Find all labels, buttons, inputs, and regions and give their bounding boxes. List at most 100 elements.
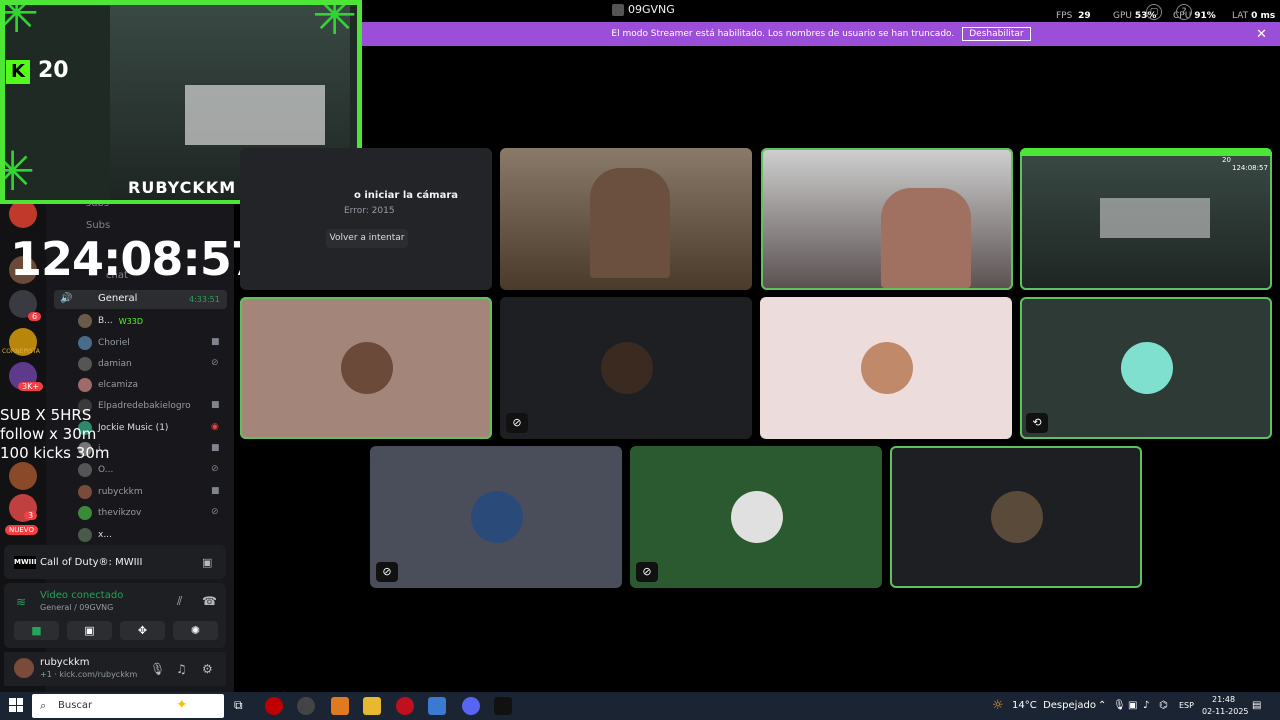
channel-subs-2[interactable]: Subs	[86, 220, 110, 231]
voice-member[interactable]: B... W33D	[78, 313, 143, 329]
opera-icon[interactable]	[265, 697, 283, 715]
video-tile-camera[interactable]	[761, 148, 1013, 290]
camera-icon: ■	[211, 400, 220, 410]
help-icon[interactable]: ?	[1176, 4, 1192, 20]
notifications-icon[interactable]: ▤	[1252, 700, 1261, 711]
mic-muted-icon: ⊘	[636, 562, 658, 582]
video-tile-avatar[interactable]: ⟲	[1020, 297, 1272, 439]
activity-game-name: Call of Duty®: MWIII	[40, 557, 143, 568]
lat-label: LAT	[1232, 11, 1249, 21]
member-name: Elpadredebakielogro	[98, 401, 191, 411]
windows-start-icon[interactable]	[9, 698, 23, 712]
voice-channel-timer: 4:33:51	[189, 295, 220, 304]
camera-button[interactable]: ■	[14, 621, 59, 640]
voice-member[interactable]: thevikzov	[78, 505, 141, 521]
participant-video	[881, 188, 971, 288]
voice-member[interactable]: elcamiza	[78, 377, 138, 393]
server-name: 09GVNG	[628, 3, 675, 16]
screen-share-icon[interactable]: ▣	[202, 556, 212, 569]
mini-viewer-count: 20	[1222, 156, 1231, 164]
user-avatar[interactable]	[14, 658, 34, 678]
video-tile-avatar[interactable]	[890, 446, 1142, 588]
activities-button[interactable]: ✥	[120, 621, 165, 640]
server-icon-1[interactable]	[9, 200, 37, 228]
weather-temp: 14°C	[1012, 700, 1037, 711]
call-of-duty-icon[interactable]	[494, 697, 512, 715]
member-avatar	[78, 378, 92, 392]
search-placeholder: Buscar	[58, 700, 93, 711]
tray-chevron-icon[interactable]: ⌃	[1098, 700, 1106, 711]
camera-icon: ■	[211, 337, 220, 347]
video-tile-avatar[interactable]: ⊘	[630, 446, 882, 588]
voice-member[interactable]: Choriel	[78, 335, 130, 351]
tray-app-icon[interactable]: ▣	[1128, 700, 1137, 711]
user-panel	[4, 652, 226, 686]
network-icon[interactable]: ⌬	[1159, 700, 1168, 711]
member-name: thevikzov	[98, 508, 142, 518]
speaker-icon[interactable]: ♪	[1143, 700, 1149, 711]
participant-avatar	[471, 491, 523, 543]
app-icon[interactable]	[331, 697, 349, 715]
member-name: Jockie Music (1)	[98, 423, 169, 433]
video-tile-avatar[interactable]	[760, 297, 1012, 439]
mic-muted-icon: ⊘	[506, 413, 528, 433]
member-name: x...	[98, 530, 112, 540]
member-name: rubyckkm	[98, 487, 143, 497]
banner-close-icon[interactable]: ✕	[1256, 27, 1267, 42]
video-tile-camera[interactable]	[500, 148, 752, 290]
camera-error-title: o iniciar la cámara	[354, 190, 459, 201]
app-icon[interactable]	[396, 697, 414, 715]
video-tile-avatar[interactable]: ⊘	[370, 446, 622, 588]
noise-suppression-icon[interactable]: ⫽	[177, 594, 182, 609]
disable-streamer-button[interactable]: Deshabilitar	[962, 27, 1031, 41]
weather-widget[interactable]: 14°C Despejado	[1012, 700, 1096, 711]
participant-avatar	[1121, 342, 1173, 394]
language-indicator[interactable]: ESP	[1179, 701, 1194, 710]
disconnect-icon[interactable]: ☎	[202, 594, 217, 608]
soundboard-button[interactable]: ✺	[173, 621, 218, 640]
voice-member[interactable]: Elpadredebakielogro	[78, 398, 191, 414]
signal-icon[interactable]: ≋	[16, 595, 26, 609]
gpu-label: GPU	[1113, 11, 1132, 21]
discord-icon[interactable]	[462, 697, 480, 715]
server-icon-5[interactable]	[9, 462, 37, 490]
video-tile-avatar[interactable]	[240, 297, 492, 439]
voice-member[interactable]: rubyckkm	[78, 484, 143, 500]
participant-avatar	[731, 491, 783, 543]
voice-status[interactable]: Video conectado	[40, 590, 123, 601]
task-view-icon[interactable]: ⧉	[234, 698, 243, 713]
retry-button[interactable]: Volver a intentar	[326, 229, 408, 248]
tray-mic-icon[interactable]: 🎙	[1113, 700, 1126, 711]
microphone-icon[interactable]: 🎙	[150, 662, 165, 676]
headphones-icon[interactable]: ♫	[176, 662, 187, 676]
mic-muted-icon: ⊘	[376, 562, 398, 582]
participant-avatar	[341, 342, 393, 394]
voice-member[interactable]: damian	[78, 356, 132, 372]
video-tile-stream[interactable]: 20 124:08:57	[1020, 148, 1272, 290]
fps-value: 29	[1078, 11, 1091, 21]
file-explorer-icon[interactable]	[363, 697, 381, 715]
clock-time[interactable]: 21:48	[1212, 695, 1235, 704]
search-icon: ⌕	[40, 699, 47, 712]
voice-channel-path: General / 09GVNG	[40, 603, 114, 612]
video-tile-error[interactable]	[240, 148, 492, 290]
search-highlight-icon: ✦	[176, 697, 188, 713]
member-avatar	[78, 314, 92, 328]
participant-avatar	[601, 342, 653, 394]
settings-gear-icon[interactable]: ⚙	[202, 662, 213, 676]
store-icon[interactable]	[428, 697, 446, 715]
user-name[interactable]: rubyckkm	[40, 657, 90, 668]
video-tile-avatar[interactable]: ⊘	[500, 297, 752, 439]
inbox-icon[interactable]: ▢	[1146, 4, 1162, 20]
member-avatar	[78, 528, 92, 542]
viewer-count: 20	[38, 58, 69, 83]
voice-member[interactable]: x...	[78, 527, 112, 543]
notification-badge: 3K+	[18, 382, 44, 391]
share-screen-button[interactable]: ▣	[67, 621, 112, 640]
voice-member[interactable]: O...	[78, 462, 113, 478]
streaming-icon: ◉	[211, 422, 219, 432]
member-avatar	[78, 485, 92, 499]
server-title: 09GVNG	[612, 3, 675, 16]
clock-date[interactable]: 02-11-2025	[1202, 707, 1249, 716]
obs-icon[interactable]	[297, 697, 315, 715]
